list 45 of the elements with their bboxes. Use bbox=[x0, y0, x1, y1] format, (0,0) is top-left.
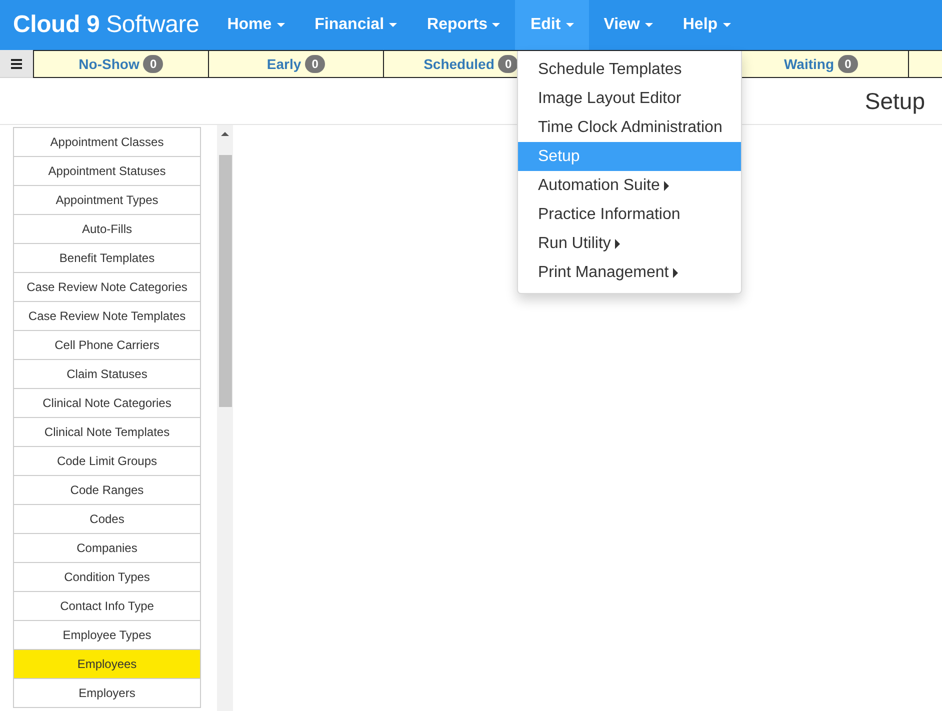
setup-list-item[interactable]: Clinical Note Categories bbox=[13, 389, 201, 418]
menu-item[interactable]: Image Layout Editor bbox=[518, 84, 741, 113]
menu-item[interactable]: Automation Suite bbox=[518, 171, 741, 200]
menu-item[interactable]: Print Management bbox=[518, 258, 741, 287]
setup-list-item[interactable]: Appointment Types bbox=[13, 186, 201, 215]
setup-list-item[interactable]: Codes bbox=[13, 505, 201, 534]
caret-icon bbox=[389, 23, 398, 27]
menu-button[interactable] bbox=[0, 50, 33, 78]
setup-list-item[interactable]: Companies bbox=[13, 534, 201, 563]
setup-list-item[interactable]: Benefit Templates bbox=[13, 244, 201, 273]
setup-list-item[interactable]: Appointment Classes bbox=[13, 128, 201, 157]
status-filter-button[interactable]: Waiting 0 bbox=[733, 50, 908, 78]
setup-list-item[interactable]: Cell Phone Carriers bbox=[13, 331, 201, 360]
setup-list-item[interactable]: Employers bbox=[13, 679, 201, 708]
count-badge: 0 bbox=[498, 55, 518, 73]
menu-icon bbox=[11, 58, 22, 68]
count-badge: 0 bbox=[838, 55, 858, 73]
setup-list-item[interactable]: Case Review Note Categories bbox=[13, 273, 201, 302]
setup-list-item[interactable]: Contact Info Type bbox=[13, 592, 201, 621]
setup-list-item[interactable]: Code Ranges bbox=[13, 476, 201, 505]
setup-list-item[interactable]: Auto-Fills bbox=[13, 215, 201, 244]
setup-list-item[interactable]: Employees bbox=[13, 650, 201, 679]
setup-list-item[interactable]: Clinical Note Templates bbox=[13, 418, 201, 447]
setup-list-item[interactable]: Employee Types bbox=[13, 621, 201, 650]
menu-item[interactable]: Practice Information bbox=[518, 200, 741, 229]
scroll-up-arrow-icon[interactable] bbox=[221, 132, 229, 136]
menu-item[interactable]: Time Clock Administration bbox=[518, 113, 741, 142]
caret-icon bbox=[644, 23, 653, 27]
status-filter-button[interactable]: Early 0 bbox=[208, 50, 383, 78]
count-badge: 0 bbox=[305, 55, 326, 73]
scrollbar-track[interactable] bbox=[217, 125, 233, 711]
setup-list-item[interactable]: Code Limit Groups bbox=[13, 447, 201, 476]
setup-list-item[interactable]: Condition Types bbox=[13, 563, 201, 592]
setup-list-item[interactable]: Case Review Note Templates bbox=[13, 302, 201, 331]
caret-icon bbox=[566, 23, 574, 27]
menu-item[interactable]: Run Utility bbox=[518, 229, 741, 258]
status-filter-button[interactable]: No-Show 0 bbox=[33, 50, 208, 78]
setup-list-item[interactable]: Claim Statuses bbox=[13, 360, 201, 389]
caret-icon bbox=[492, 23, 500, 27]
scrollbar-thumb[interactable] bbox=[218, 155, 232, 407]
count-badge: 0 bbox=[143, 55, 164, 73]
setup-list-item[interactable]: Appointment Statuses bbox=[13, 157, 201, 186]
caret-icon bbox=[276, 23, 285, 27]
caret-icon bbox=[722, 23, 731, 27]
page-title: Setup bbox=[864, 88, 925, 114]
